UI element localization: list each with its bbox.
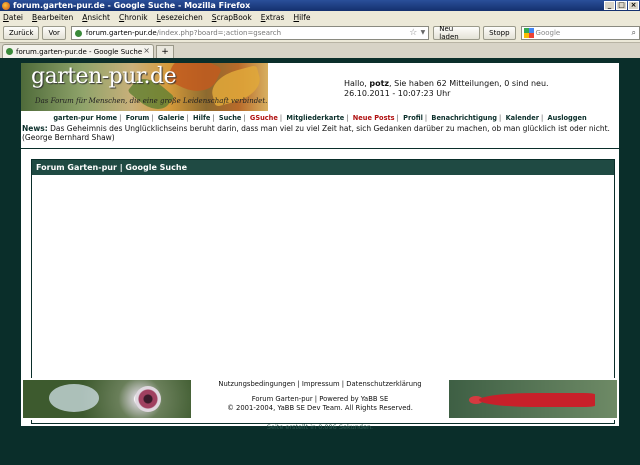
search-box[interactable]: Google ⌕ bbox=[520, 26, 640, 40]
nav-link-kalender[interactable]: Kalender bbox=[506, 114, 539, 122]
nav-link-suche[interactable]: Suche bbox=[219, 114, 242, 122]
maximize-button[interactable]: □ bbox=[616, 1, 627, 10]
greeting-prefix: Hallo, bbox=[344, 79, 370, 88]
nav-link-galerie[interactable]: Galerie bbox=[158, 114, 185, 122]
menu-scrapbook[interactable]: ScrapBook bbox=[212, 13, 252, 22]
user-greeting: Hallo, potz, Sie haben 62 Mitteilungen, … bbox=[344, 79, 549, 99]
nav-link-gsuche[interactable]: GSuche bbox=[250, 114, 278, 122]
back-button[interactable]: Zurück bbox=[3, 26, 40, 40]
forum-footer: Nutzungsbedingungen | Impressum | Datens… bbox=[21, 378, 619, 420]
search-placeholder: Google bbox=[535, 29, 561, 37]
window-titlebar: forum.garten-pur.de - Google Suche - Moz… bbox=[0, 0, 640, 11]
news-text: Das Geheimnis des Unglücklichseins beruh… bbox=[22, 124, 610, 142]
greeting-suffix: , Sie haben 62 Mitteilungen, 0 sind neu. bbox=[389, 79, 549, 88]
footer-link-impressum[interactable]: Impressum bbox=[302, 380, 340, 388]
menu-hilfe[interactable]: Hilfe bbox=[293, 13, 310, 22]
news-label: News: bbox=[22, 124, 48, 133]
reload-button[interactable]: Neu laden bbox=[433, 25, 481, 41]
footer-image-detail bbox=[479, 393, 595, 407]
window-title: forum.garten-pur.de - Google Suche - Moz… bbox=[13, 1, 251, 10]
menu-bearbeiten[interactable]: Bearbeiten bbox=[32, 13, 73, 22]
forum-container: garten-pur.de Das Forum für Menschen, di… bbox=[20, 63, 620, 427]
page-render-time: Seite erstellt in 0.096 Sekunden. bbox=[266, 423, 374, 431]
menu-chronik[interactable]: Chronik bbox=[119, 13, 148, 22]
footer-links: Nutzungsbedingungen | Impressum | Datens… bbox=[218, 380, 422, 388]
news-ticker: News: Das Geheimnis des Unglücklichseins… bbox=[21, 124, 619, 142]
nav-link-mitgliederkarte[interactable]: Mitgliederkarte bbox=[286, 114, 344, 122]
menu-datei[interactable]: Datei bbox=[3, 13, 23, 22]
footer-link-nutzungsbedingungen[interactable]: Nutzungsbedingungen bbox=[218, 380, 295, 388]
current-datetime: 26.10.2011 - 10:07:23 Uhr bbox=[344, 89, 451, 98]
nav-link-neue-posts[interactable]: Neue Posts bbox=[353, 114, 395, 122]
bookmark-star-icon[interactable]: ☆ bbox=[409, 28, 417, 38]
pane-title: Forum Garten-pur | Google Suche bbox=[32, 160, 614, 175]
nav-link-hilfe[interactable]: Hilfe bbox=[193, 114, 210, 122]
page-viewport: garten-pur.de Das Forum für Menschen, di… bbox=[0, 58, 640, 465]
nav-link-forum[interactable]: Forum bbox=[126, 114, 150, 122]
close-button[interactable]: × bbox=[628, 1, 639, 10]
stop-button[interactable]: Stopp bbox=[483, 26, 516, 40]
search-icon[interactable]: ⌕ bbox=[632, 28, 636, 38]
nav-link-home[interactable]: garten-pur Home bbox=[53, 114, 117, 122]
url-bar[interactable]: forum.garten-pur.de/index.php?board=;act… bbox=[70, 26, 430, 40]
firefox-icon bbox=[2, 1, 10, 10]
site-slogan: Das Forum für Menschen, die eine große L… bbox=[35, 97, 268, 105]
nav-link-ausloggen[interactable]: Ausloggen bbox=[548, 114, 587, 122]
nav-link-benachrichtigung[interactable]: Benachrichtigung bbox=[431, 114, 497, 122]
forum-nav-links: garten-pur Home | Forum | Galerie | Hilfe | … bbox=[53, 114, 587, 122]
footer-copyright: © 2001-2004, YaBB SE Dev Team. All Right… bbox=[227, 404, 413, 412]
footer-image-detail bbox=[49, 384, 99, 412]
tab-google-suche[interactable]: forum.garten-pur.de - Google Suche × bbox=[2, 44, 154, 58]
tab-bar: forum.garten-pur.de - Google Suche × + bbox=[0, 43, 640, 58]
window-controls: _ □ × bbox=[604, 1, 639, 10]
footer-image-detail bbox=[135, 386, 161, 412]
google-engine-icon[interactable] bbox=[523, 28, 534, 38]
url-path: /index.php?board=;action=gsearch bbox=[156, 29, 282, 37]
footer-bud-image bbox=[449, 380, 617, 418]
menu-ansicht[interactable]: Ansicht bbox=[82, 13, 110, 22]
footer-link-datenschutz[interactable]: Datenschutzerklärung bbox=[346, 380, 421, 388]
site-brand: garten-pur.de bbox=[31, 64, 177, 89]
url-host: forum.garten-pur.de bbox=[85, 29, 157, 37]
menu-lesezeichen[interactable]: Lesezeichen bbox=[157, 13, 203, 22]
footer-text: Nutzungsbedingungen | Impressum | Datens… bbox=[191, 380, 449, 413]
forward-button[interactable]: Vor bbox=[42, 26, 66, 40]
menu-extras[interactable]: Extras bbox=[261, 13, 285, 22]
minimize-button[interactable]: _ bbox=[604, 1, 615, 10]
tab-favicon-icon bbox=[6, 48, 13, 55]
new-tab-button[interactable]: + bbox=[156, 45, 174, 58]
footer-flower-image bbox=[23, 380, 191, 418]
tab-label: forum.garten-pur.de - Google Suche bbox=[16, 47, 143, 56]
nav-link-profil[interactable]: Profil bbox=[403, 114, 423, 122]
tab-close-icon[interactable]: × bbox=[143, 46, 150, 55]
username: potz bbox=[369, 79, 390, 88]
navigation-toolbar: Zurück Vor forum.garten-pur.de/index.php… bbox=[0, 24, 640, 43]
url-dropdown-icon[interactable]: ▼ bbox=[421, 29, 426, 36]
menu-bar: Datei Bearbeiten Ansicht Chronik Lesezei… bbox=[0, 11, 640, 24]
site-identity-icon[interactable] bbox=[74, 29, 82, 37]
footer-powered-by: Forum Garten-pur | Powered by YaBB SE bbox=[251, 395, 389, 403]
site-logo[interactable]: garten-pur.de Das Forum für Menschen, di… bbox=[21, 63, 268, 111]
